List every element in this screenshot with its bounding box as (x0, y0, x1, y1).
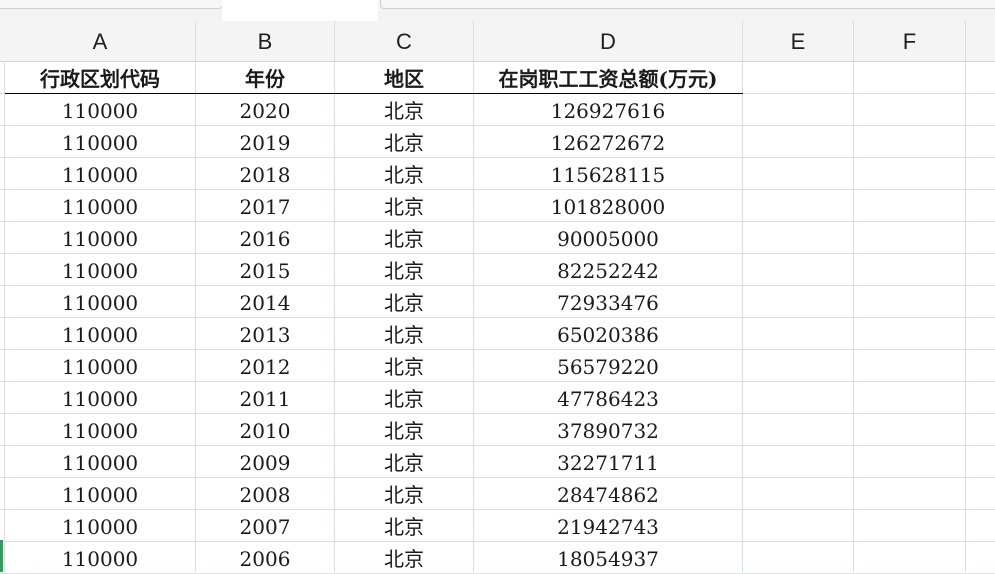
cell-wage-total[interactable]: 126927616 (474, 94, 742, 126)
table-row: 110000 2011 北京 47786423 (0, 382, 995, 414)
cell-region[interactable]: 北京 (335, 190, 473, 222)
cell-code[interactable]: 110000 (5, 222, 195, 254)
column-header-f[interactable]: F (854, 21, 966, 61)
cell-wage-total[interactable]: 126272672 (474, 126, 742, 158)
table-row: 110000 2006 北京 18054937 (0, 542, 995, 574)
cell-region[interactable]: 北京 (335, 414, 473, 446)
cell-year[interactable]: 2012 (196, 350, 334, 382)
cell-code[interactable]: 110000 (5, 286, 195, 318)
cell-wage-total[interactable]: 18054937 (474, 542, 742, 574)
cell-code[interactable]: 110000 (5, 126, 195, 158)
table-row: 110000 2008 北京 28474862 (0, 478, 995, 510)
sheet-tab-strip (0, 0, 995, 21)
header-data-row: 行政区划代码 年份 地区 在岗职工工资总额(万元) (0, 62, 995, 94)
cell-header-region[interactable]: 地区 (335, 62, 473, 94)
cell-wage-total[interactable]: 32271711 (474, 446, 742, 478)
selection-indicator (0, 540, 3, 572)
cell-region[interactable]: 北京 (335, 318, 473, 350)
cell-year[interactable]: 2010 (196, 414, 334, 446)
cell-code[interactable]: 110000 (5, 510, 195, 542)
table-row: 110000 2016 北京 90005000 (0, 222, 995, 254)
column-header-a[interactable]: A (5, 21, 196, 61)
table-row: 110000 2007 北京 21942743 (0, 510, 995, 542)
cell-code[interactable]: 110000 (5, 318, 195, 350)
sheet-tab-right-edge (380, 0, 995, 9)
cell-code[interactable]: 110000 (5, 190, 195, 222)
table-row: 110000 2017 北京 101828000 (0, 190, 995, 222)
cell-year[interactable]: 2016 (196, 222, 334, 254)
cell-region[interactable]: 北京 (335, 446, 473, 478)
cell-code[interactable]: 110000 (5, 446, 195, 478)
cell-wage-total[interactable]: 115628115 (474, 158, 742, 190)
cell-wage-total[interactable]: 28474862 (474, 478, 742, 510)
column-header-d[interactable]: D (474, 21, 743, 61)
cell-region[interactable]: 北京 (335, 286, 473, 318)
cell-region[interactable]: 北京 (335, 478, 473, 510)
table-row: 110000 2020 北京 126927616 (0, 94, 995, 126)
cell-region[interactable]: 北京 (335, 126, 473, 158)
column-header-c[interactable]: C (335, 21, 474, 61)
cell-code[interactable]: 110000 (5, 382, 195, 414)
cell-year[interactable]: 2006 (196, 542, 334, 574)
cell-region[interactable]: 北京 (335, 510, 473, 542)
cell-code[interactable]: 110000 (5, 158, 195, 190)
cell-code[interactable]: 110000 (5, 94, 195, 126)
cell-region[interactable]: 北京 (335, 254, 473, 286)
cell-wage-total[interactable]: 72933476 (474, 286, 742, 318)
column-header-e[interactable]: E (743, 21, 854, 61)
spreadsheet-grid: 行政区划代码 年份 地区 在岗职工工资总额(万元) 110000 2020 北京 12… (0, 62, 995, 574)
cell-code[interactable]: 110000 (5, 542, 195, 574)
cell-wage-total[interactable]: 101828000 (474, 190, 742, 222)
cell-header-code[interactable]: 行政区划代码 (5, 62, 195, 94)
table-row: 110000 2015 北京 82252242 (0, 254, 995, 286)
cell-wage-total[interactable]: 47786423 (474, 382, 742, 414)
cell-year[interactable]: 2014 (196, 286, 334, 318)
table-row: 110000 2009 北京 32271711 (0, 446, 995, 478)
cell-year[interactable]: 2017 (196, 190, 334, 222)
cell-wage-total[interactable]: 37890732 (474, 414, 742, 446)
table-row: 110000 2013 北京 65020386 (0, 318, 995, 350)
cell-region[interactable]: 北京 (335, 158, 473, 190)
cell-wage-total[interactable]: 90005000 (474, 222, 742, 254)
table-row: 110000 2018 北京 115628115 (0, 158, 995, 190)
cell-year[interactable]: 2015 (196, 254, 334, 286)
table-row: 110000 2014 北京 72933476 (0, 286, 995, 318)
cell-year[interactable]: 2007 (196, 510, 334, 542)
table-row: 110000 2012 北京 56579220 (0, 350, 995, 382)
cell-year[interactable]: 2011 (196, 382, 334, 414)
column-header-b[interactable]: B (196, 21, 335, 61)
table-row: 110000 2019 北京 126272672 (0, 126, 995, 158)
cell-code[interactable]: 110000 (5, 478, 195, 510)
cell-region[interactable]: 北京 (335, 542, 473, 574)
cell-code[interactable]: 110000 (5, 254, 195, 286)
column-header-row: A B C D E F (0, 21, 995, 62)
table-row: 110000 2010 北京 37890732 (0, 414, 995, 446)
sheet-tab-active[interactable] (222, 0, 378, 21)
cell-year[interactable]: 2018 (196, 158, 334, 190)
cell-region[interactable]: 北京 (335, 382, 473, 414)
cell-year[interactable]: 2009 (196, 446, 334, 478)
cell-year[interactable]: 2019 (196, 126, 334, 158)
cell-code[interactable]: 110000 (5, 350, 195, 382)
sheet-tab-left-edge (0, 0, 223, 9)
cell-year[interactable]: 2008 (196, 478, 334, 510)
cell-region[interactable]: 北京 (335, 222, 473, 254)
cell-header-year[interactable]: 年份 (196, 62, 334, 94)
cell-region[interactable]: 北京 (335, 94, 473, 126)
cell-year[interactable]: 2020 (196, 94, 334, 126)
cell-wage-total[interactable]: 65020386 (474, 318, 742, 350)
cell-wage-total[interactable]: 56579220 (474, 350, 742, 382)
cell-region[interactable]: 北京 (335, 350, 473, 382)
cell-code[interactable]: 110000 (5, 414, 195, 446)
cell-wage-total[interactable]: 82252242 (474, 254, 742, 286)
cell-year[interactable]: 2013 (196, 318, 334, 350)
cell-wage-total[interactable]: 21942743 (474, 510, 742, 542)
cell-header-wage-total[interactable]: 在岗职工工资总额(万元) (474, 62, 742, 94)
